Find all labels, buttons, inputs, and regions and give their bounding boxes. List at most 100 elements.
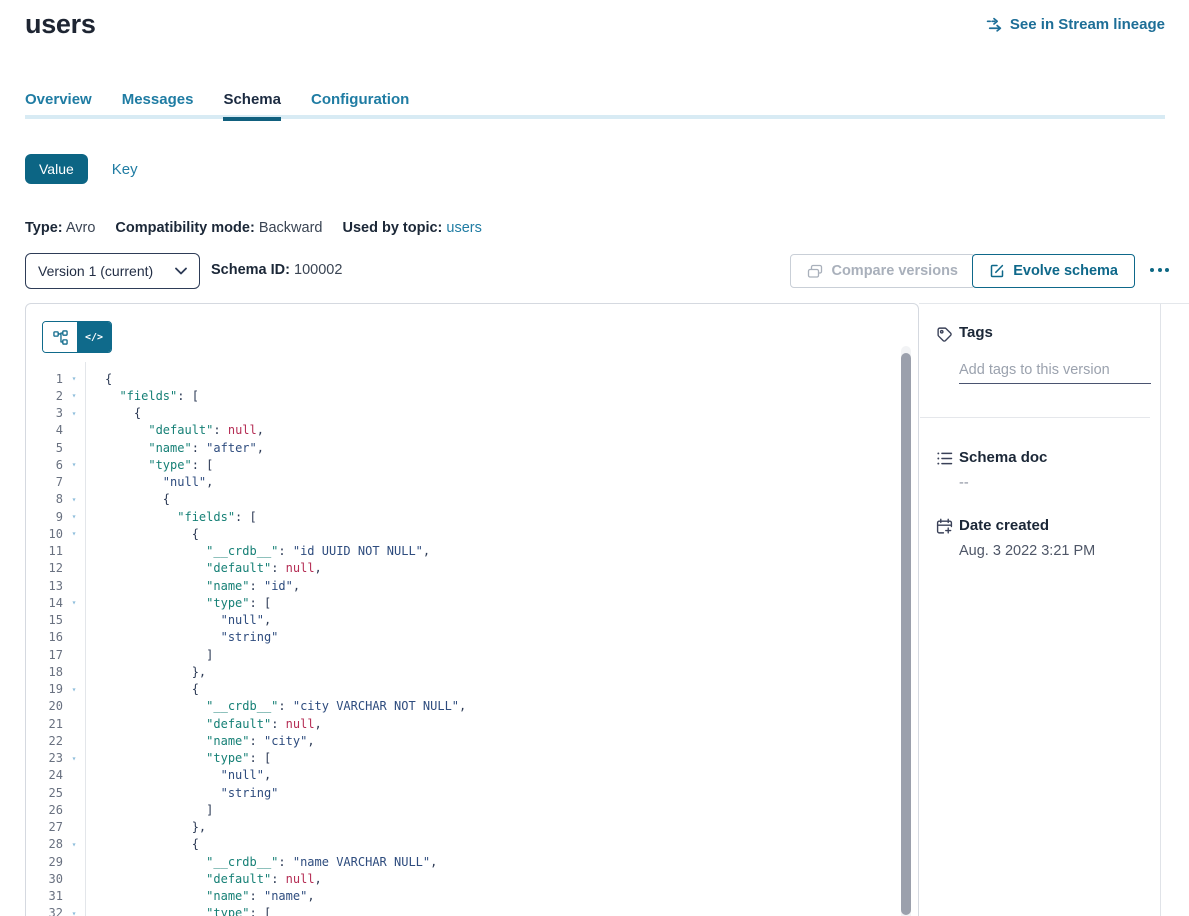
code-line: 22 "name": "city",	[26, 732, 904, 749]
code-line: 30 "default": null,	[26, 870, 904, 887]
code-line: 4 "default": null,	[26, 422, 904, 439]
line-number: 3	[26, 406, 63, 420]
value-toggle-button[interactable]: Value	[25, 154, 88, 184]
version-select[interactable]: Version 1 (current)	[25, 253, 200, 289]
fold-arrow-icon[interactable]: ▾	[63, 529, 85, 538]
code-line: 2▾ "fields": [	[26, 387, 904, 404]
code-line-text: "default": null,	[85, 872, 322, 886]
code-view-toggle[interactable]: </>	[77, 322, 111, 352]
line-number: 24	[26, 768, 63, 782]
line-number: 27	[26, 820, 63, 834]
schema-page: users See in Stream lineage Overview Mes…	[0, 0, 1189, 916]
value-key-toggle: Value Key	[25, 154, 138, 184]
code-line-text: "__crdb__": "name VARCHAR NULL",	[85, 855, 437, 869]
code-line: 27 },	[26, 819, 904, 836]
line-number: 25	[26, 786, 63, 800]
compare-versions-button[interactable]: Compare versions	[790, 254, 975, 288]
code-line-text: {	[85, 837, 199, 851]
code-line-text: "type": [	[85, 596, 271, 610]
line-number: 23	[26, 751, 63, 765]
code-line: 20 "__crdb__": "city VARCHAR NOT NULL",	[26, 698, 904, 715]
code-line: 24 "null",	[26, 767, 904, 784]
code-line-text: "type": [	[85, 458, 213, 472]
date-created-value: Aug. 3 2022 3:21 PM	[959, 543, 1095, 559]
line-number: 2	[26, 389, 63, 403]
schema-doc-title: Schema doc	[959, 449, 1047, 466]
key-toggle-button[interactable]: Key	[112, 161, 138, 178]
code-line-text: "string"	[85, 786, 278, 800]
line-number: 32	[26, 906, 63, 916]
code-line-text: "name": "after",	[85, 441, 264, 455]
code-line-text: "name": "city",	[85, 734, 315, 748]
code-line: 29 "__crdb__": "name VARCHAR NULL",	[26, 853, 904, 870]
line-number: 6	[26, 458, 63, 472]
code-line-text: "__crdb__": "id UUID NOT NULL",	[85, 544, 430, 558]
code-line-text: "default": null,	[85, 717, 322, 731]
more-actions-button[interactable]	[1148, 255, 1171, 285]
tree-view-toggle[interactable]	[43, 322, 77, 352]
section-divider	[920, 417, 1150, 418]
edit-icon	[989, 263, 1005, 279]
code-line: 28▾ {	[26, 836, 904, 853]
evolve-schema-button[interactable]: Evolve schema	[972, 254, 1135, 288]
line-number: 17	[26, 648, 63, 662]
fold-arrow-icon[interactable]: ▾	[63, 598, 85, 607]
fold-arrow-icon[interactable]: ▾	[63, 512, 85, 521]
line-number: 20	[26, 699, 63, 713]
fold-arrow-icon[interactable]: ▾	[63, 374, 85, 383]
code-line: 7 "null",	[26, 474, 904, 491]
vertical-scrollbar[interactable]	[901, 346, 911, 916]
tab-overview[interactable]: Overview	[25, 91, 92, 121]
code-line: 21 "default": null,	[26, 715, 904, 732]
code-line-text: },	[85, 820, 206, 834]
tag-icon	[936, 326, 953, 343]
scrollbar-thumb[interactable]	[901, 353, 911, 915]
meta-type: Type: Avro	[25, 220, 95, 236]
meta-compatibility: Compatibility mode: Backward	[115, 220, 322, 236]
fold-arrow-icon[interactable]: ▾	[63, 409, 85, 418]
line-number: 15	[26, 613, 63, 627]
fold-arrow-icon[interactable]: ▾	[63, 391, 85, 400]
fold-arrow-icon[interactable]: ▾	[63, 495, 85, 504]
tab-configuration[interactable]: Configuration	[311, 91, 409, 121]
line-number: 8	[26, 492, 63, 506]
fold-arrow-icon[interactable]: ▾	[63, 909, 85, 916]
version-select-value: Version 1 (current)	[38, 263, 153, 279]
code-line: 1▾{	[26, 370, 904, 387]
stream-lineage-link[interactable]: See in Stream lineage	[986, 16, 1165, 33]
code-line: 23▾ "type": [	[26, 750, 904, 767]
code-line: 16 "string"	[26, 629, 904, 646]
line-number: 5	[26, 441, 63, 455]
code-line: 13 "name": "id",	[26, 577, 904, 594]
tags-input[interactable]	[959, 356, 1151, 384]
fold-arrow-icon[interactable]: ▾	[63, 685, 85, 694]
code-line: 18 },	[26, 663, 904, 680]
schema-id-value: 100002	[294, 262, 342, 278]
topic-link[interactable]: users	[446, 220, 481, 236]
code-panel: </> 1▾{2▾ "fields": [3▾ {4 "default": nu…	[25, 303, 919, 916]
fold-arrow-icon[interactable]: ▾	[63, 754, 85, 763]
code-line: 15 "null",	[26, 612, 904, 629]
code-line-text: "type": [	[85, 751, 271, 765]
calendar-plus-icon	[936, 518, 953, 535]
list-icon	[936, 450, 953, 467]
line-number: 18	[26, 665, 63, 679]
tab-schema[interactable]: Schema	[223, 91, 281, 121]
code-line-text: ]	[85, 648, 213, 662]
date-created-title: Date created	[959, 517, 1049, 534]
tab-messages[interactable]: Messages	[122, 91, 194, 121]
code-line-text: {	[85, 492, 170, 506]
line-number: 29	[26, 855, 63, 869]
code-line: 6▾ "type": [	[26, 456, 904, 473]
fold-arrow-icon[interactable]: ▾	[63, 460, 85, 469]
fold-arrow-icon[interactable]: ▾	[63, 840, 85, 849]
code-line-text: "__crdb__": "city VARCHAR NOT NULL",	[85, 699, 466, 713]
line-number: 14	[26, 596, 63, 610]
meta-topic: Used by topic: users	[342, 220, 481, 236]
schema-meta: Type: Avro Compatibility mode: Backward …	[25, 220, 482, 236]
code-line: 26 ]	[26, 801, 904, 818]
code-icon: </>	[85, 332, 103, 343]
code-line-text: },	[85, 665, 206, 679]
code-line-text: "fields": [	[85, 389, 199, 403]
code-line: 3▾ {	[26, 405, 904, 422]
